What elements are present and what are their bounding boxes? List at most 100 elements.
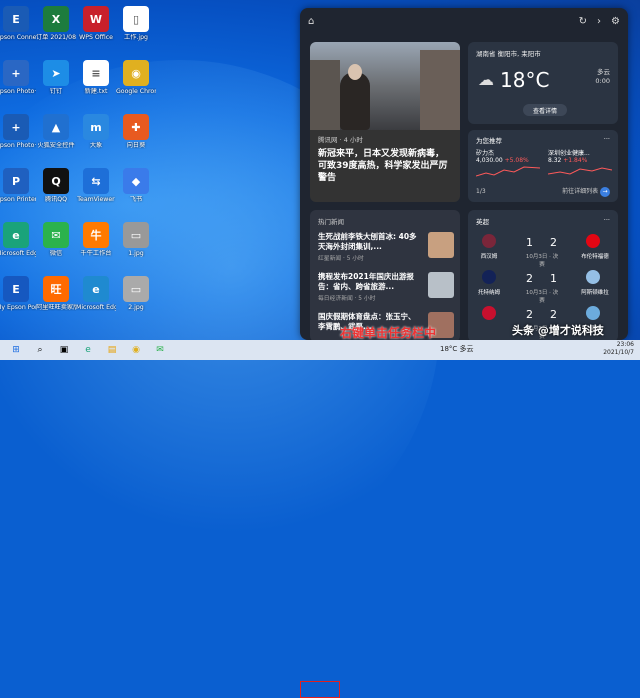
news-card-top[interactable]: 腾讯网 · 4 小时 新冠来平，日本又发现新病毒，可致39度高热，科学家发出严厉…	[310, 42, 460, 202]
home-icon[interactable]: ⌂	[308, 16, 314, 27]
desktop-icon[interactable]: 旺阿里旺旺卖家版	[36, 276, 76, 311]
desktop-icon[interactable]: ▭ 1.jpg	[116, 222, 156, 257]
desktop-icon-label: Microsoft Edge Beta	[76, 304, 116, 311]
desktop-icon[interactable]: X 订单 2021/08...	[36, 6, 76, 41]
desktop-icon[interactable]: ✚ 向日葵	[116, 114, 156, 149]
app-icon: P	[3, 168, 29, 194]
desktop-icon[interactable]: Q 腾讯QQ	[36, 168, 76, 203]
app-icon: ≡	[83, 60, 109, 86]
desktop-icon-label: TeamViewer	[77, 196, 115, 203]
away-score: 2	[550, 308, 557, 321]
news-photo	[310, 42, 460, 130]
desktop-icon[interactable]: ➤ 钉钉	[36, 60, 76, 95]
more-icon[interactable]: ···	[604, 135, 610, 145]
match-date: 10月3日 · 决赛	[525, 290, 559, 304]
desktop-icon-label: 火狐安全控件	[37, 142, 75, 149]
more-icon[interactable]: ···	[604, 216, 610, 226]
team-logo-icon	[482, 270, 496, 284]
desktop-icon[interactable]: ✉ 微信	[36, 222, 76, 257]
weather-location: 湖南省 衡阳市, 耒阳市	[476, 50, 541, 58]
windows-icon[interactable]: ⊞	[8, 342, 24, 358]
team-logo-icon	[482, 234, 496, 248]
stock-item[interactable]: 矽力杰 4,030.00 +5.08%	[475, 148, 541, 180]
desktop-icon[interactable]: e Microsoft Edge	[0, 222, 36, 257]
chevron-right-icon[interactable]: ›	[597, 16, 601, 27]
desktop-icon-label: 阿里旺旺卖家版	[36, 304, 76, 311]
home-score: 2	[526, 308, 533, 321]
app-icon: E	[3, 6, 29, 32]
clock[interactable]: 23:06 2021/10/7	[603, 341, 634, 357]
watermark: 头条 @增才说科技	[512, 324, 604, 337]
refresh-icon[interactable]: ↻	[579, 16, 587, 27]
desktop-icon[interactable]: E My Epson Portal	[0, 276, 36, 311]
team-logo-icon	[586, 234, 600, 248]
arrow-right-icon[interactable]: →	[600, 187, 610, 197]
wechat-icon[interactable]: ✉	[152, 342, 168, 358]
desktop-icon[interactable]: P Epson Printer C...	[0, 168, 36, 203]
stocks-pager[interactable]: 1/3	[476, 188, 486, 195]
gear-icon[interactable]: ⚙	[611, 16, 620, 27]
stocks-more-link[interactable]: 前往详细列表	[562, 188, 598, 195]
desktop-icon[interactable]: + Epson Photo+ C...	[0, 60, 36, 95]
desktop-icon[interactable]: ▯ 工作.jpg	[116, 6, 156, 41]
match-date: 10月3日 · 决赛	[525, 254, 559, 268]
stock-item[interactable]: 深圳创业健康... 8.32 +1.84%	[547, 148, 613, 180]
edge-icon[interactable]: e	[80, 342, 96, 358]
taskbar-icons: ⊞ ⌕ ▣ e ▤ ◉ ✉	[8, 342, 168, 358]
app-icon: ◆	[123, 168, 149, 194]
news-title[interactable]: 新冠来平，日本又发现新病毒，可致39度高热，科学家发出严厉警告	[310, 144, 460, 188]
desktop-icon-label: 微信	[49, 250, 63, 257]
desktop-icon[interactable]: ≡ 新建.txt	[76, 60, 116, 95]
list-item[interactable]: 生死战前李铁大刨首冰: 40多天海外封闭集训,... 红星新闻 · 5 小时	[310, 232, 460, 272]
app-icon: +	[3, 114, 29, 140]
desktop-icon[interactable]: 牛千牛工作台	[76, 222, 116, 257]
desktop-icon-label: 腾讯QQ	[44, 196, 68, 203]
task-view-icon[interactable]: ▣	[56, 342, 72, 358]
desktop-icon[interactable]: W WPS Office	[76, 6, 116, 41]
list-item[interactable]: 携程发布2021年国庆出游报告：省内、跨省旅游... 每日经济新闻 · 5 小时	[310, 272, 460, 312]
weather-widget[interactable]: 湖南省 衡阳市, 耒阳市 ☁ 18°C 多云 0:00 查看详情	[468, 42, 618, 124]
desktop-icon[interactable]: ▲ 火狐安全控件	[36, 114, 76, 149]
taskbar-weather[interactable]: 18°C 多云	[440, 344, 474, 354]
match-row[interactable]: 2 1 托特纳姆 10月3日 · 决赛 阿斯顿维拉	[468, 268, 618, 304]
app-icon: W	[83, 6, 109, 32]
desktop-icon[interactable]: m 大象	[76, 114, 116, 149]
app-icon: ✚	[123, 114, 149, 140]
desktop-icon-label: Epson Printer C...	[0, 196, 36, 203]
weather-details-button[interactable]: 查看详情	[523, 104, 567, 116]
file-explorer-icon[interactable]: ▤	[104, 342, 120, 358]
stocks-widget[interactable]: 为您推荐 ··· 矽力杰 4,030.00 +5.08% 深圳创业健康... 8.…	[468, 130, 618, 202]
app-icon: 旺	[43, 276, 69, 302]
team-logo-icon	[586, 270, 600, 284]
home-team: 托特纳姆	[477, 290, 500, 296]
desktop-icon[interactable]: e Microsoft Edge Beta	[76, 276, 116, 311]
sports-header: 英超 ···	[476, 216, 610, 226]
app-icon: e	[83, 276, 109, 302]
app-icon: ▭	[123, 222, 149, 248]
desktop-icon-label: 钉钉	[49, 88, 63, 95]
app-icon: ✉	[43, 222, 69, 248]
stocks-header: 为您推荐 ···	[476, 135, 610, 145]
desktop-icon[interactable]: + Epson Photo+	[0, 114, 36, 149]
desktop-icon[interactable]: ◆ 飞书	[116, 168, 156, 203]
desktop-icon[interactable]: ⇆ TeamViewer	[76, 168, 116, 203]
annotation-text: 右键单击任务栏中	[340, 326, 437, 340]
sports-widget[interactable]: 英超 ··· 1 2 西汉姆 10月3日 · 决赛 布伦特福德 2 1 托特纳姆 10月3日 · …	[468, 210, 618, 340]
cloud-sun-icon: ☁	[478, 70, 494, 89]
desktop-icon-label: 飞书	[129, 196, 143, 203]
match-row[interactable]: 1 2 西汉姆 10月3日 · 决赛 布伦特福德	[468, 232, 618, 268]
desktop-icon-label: 千牛工作台	[80, 250, 112, 257]
desktop-icon-label: 大象	[89, 142, 103, 149]
desktop-icon[interactable]: E Epson Connect Se...	[0, 6, 36, 41]
widgets-panel: ⌂ ↻ › ⚙ 腾讯网 · 4 小时 新冠来平，日本又发现新病毒，可致39度高热…	[300, 8, 628, 340]
desktop-icon-label: Microsoft Edge	[0, 250, 36, 257]
desktop-icon[interactable]: ◉ Google Chrome	[116, 60, 156, 95]
team-logo-icon	[586, 306, 600, 320]
app-icon: +	[3, 60, 29, 86]
search-icon[interactable]: ⌕	[32, 342, 48, 358]
hot-news-header: 热门新闻	[318, 218, 344, 226]
desktop-icon[interactable]: ▭ 2.jpg	[116, 276, 156, 311]
home-score: 1	[526, 236, 533, 249]
chrome-icon[interactable]: ◉	[128, 342, 144, 358]
desktop-icon-label: 2.jpg	[128, 304, 144, 311]
